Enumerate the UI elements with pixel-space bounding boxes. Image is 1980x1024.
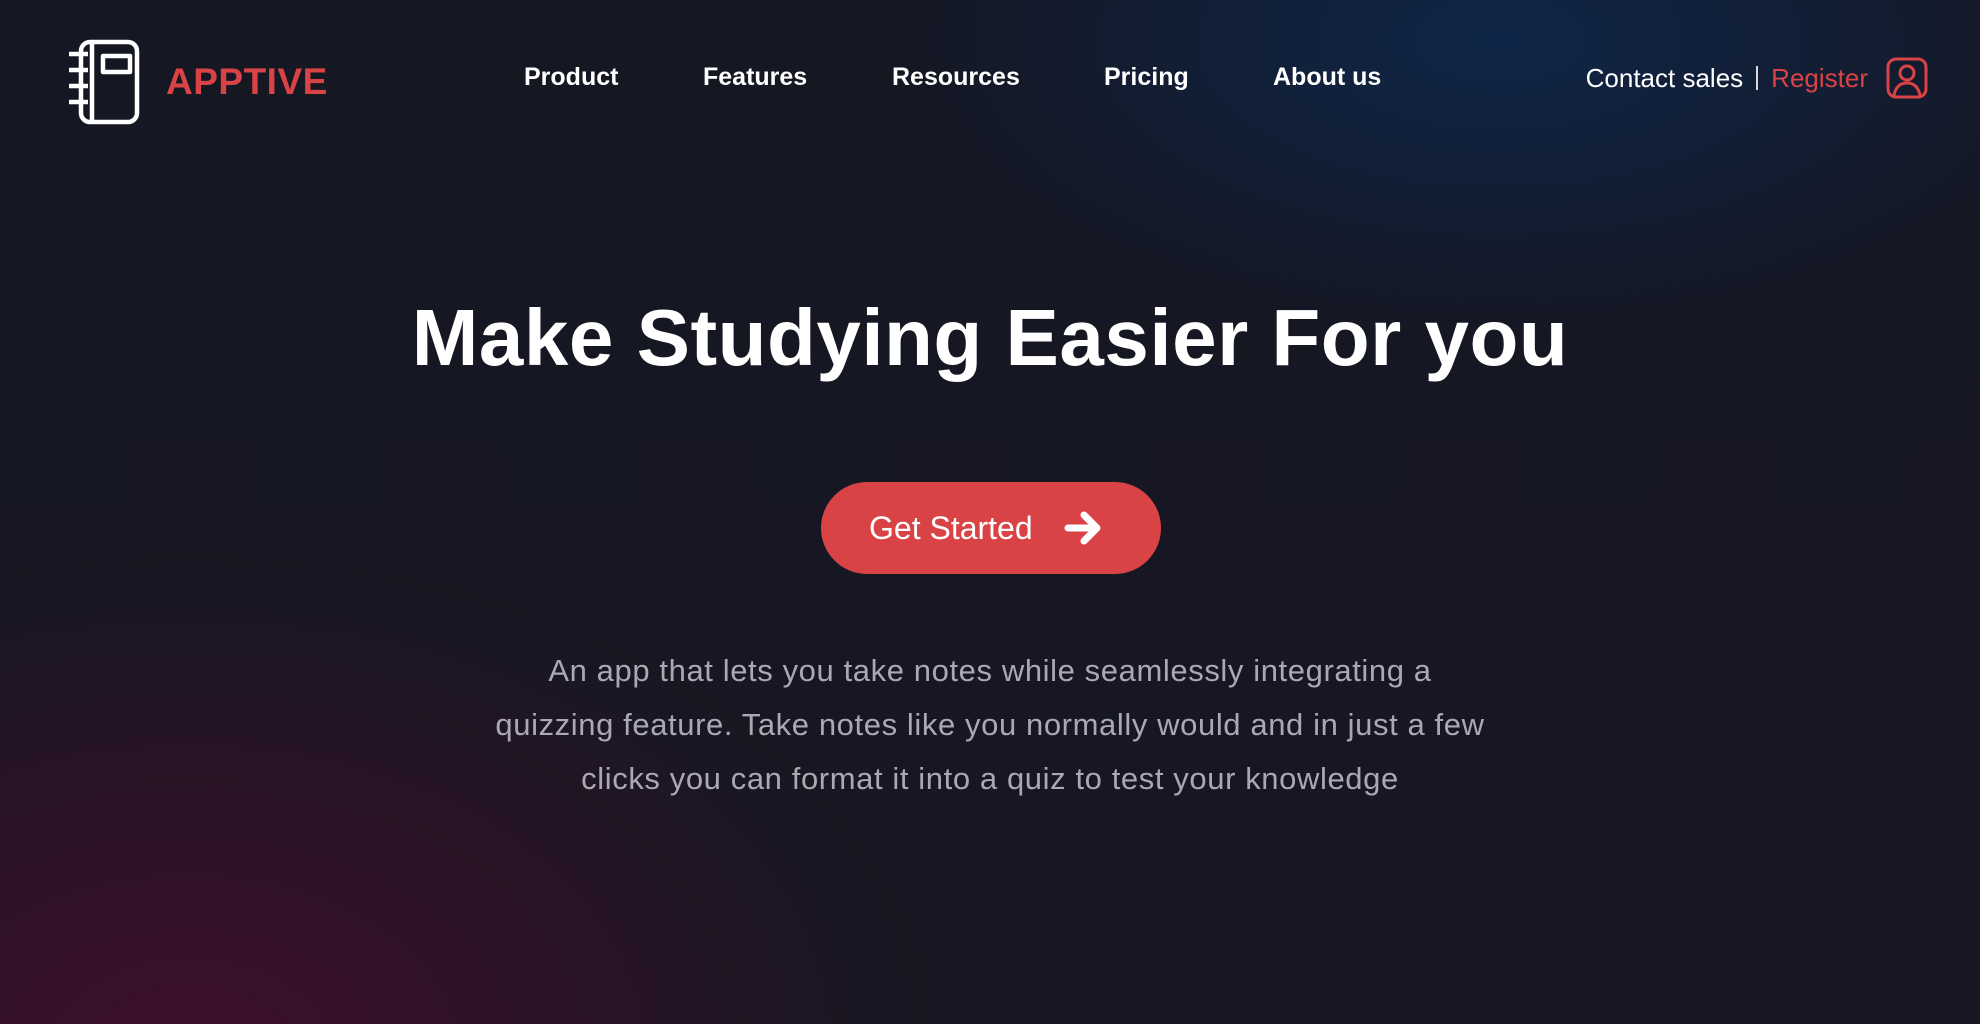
get-started-label: Get Started bbox=[869, 509, 1033, 546]
hero-description: An app that lets you take notes while se… bbox=[495, 653, 1485, 796]
nav-item-features[interactable]: Features bbox=[703, 63, 807, 92]
hero-title: Make Studying Easier For you bbox=[411, 293, 1569, 382]
nav-item-pricing[interactable]: Pricing bbox=[1104, 63, 1189, 92]
account-links: Contact sales Register bbox=[1586, 52, 1928, 104]
nav-item-about-us[interactable]: About us bbox=[1273, 63, 1381, 92]
register-link[interactable]: Register bbox=[1771, 63, 1868, 94]
nav-item-resources[interactable]: Resources bbox=[892, 63, 1020, 92]
get-started-button[interactable]: Get Started bbox=[821, 482, 1161, 574]
contact-sales-link[interactable]: Contact sales bbox=[1586, 63, 1744, 94]
user-icon[interactable] bbox=[1886, 57, 1928, 99]
site-header: APPTIVE Product Features Resources Prici… bbox=[0, 0, 1980, 164]
arrow-right-icon bbox=[1064, 511, 1101, 545]
link-divider bbox=[1756, 66, 1759, 90]
nav-item-product[interactable]: Product bbox=[524, 63, 618, 92]
